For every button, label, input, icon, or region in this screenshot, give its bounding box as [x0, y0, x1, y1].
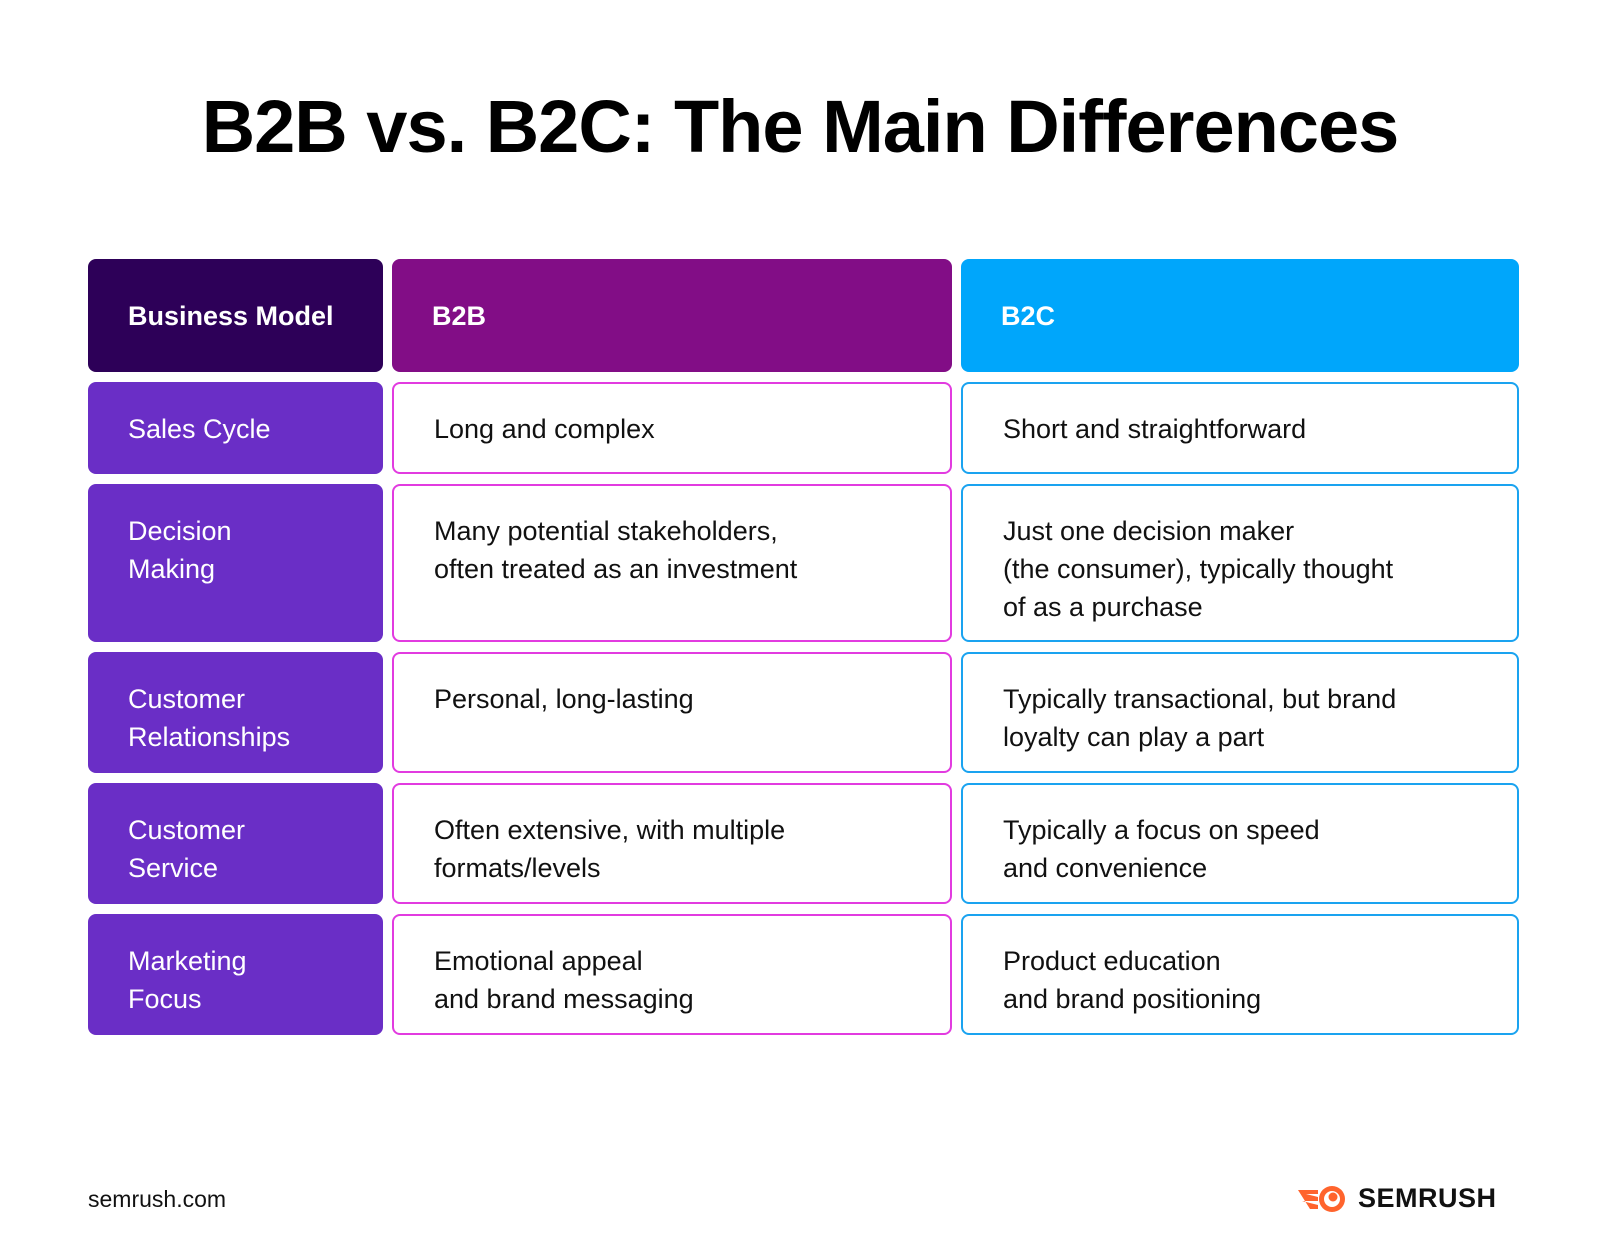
semrush-logo: SEMRUSH	[1296, 1183, 1497, 1214]
table-row: Sales Cycle Long and complex Short and s…	[88, 382, 1519, 474]
row-label: Decision Making	[88, 484, 383, 642]
b2c-cell: Just one decision maker (the consumer), …	[961, 484, 1519, 642]
b2b-cell: Many potential stakeholders, often treat…	[392, 484, 952, 642]
b2c-cell: Product education and brand positioning	[961, 914, 1519, 1035]
table-row: Marketing Focus Emotional appeal and bra…	[88, 914, 1519, 1035]
b2b-cell: Emotional appeal and brand messaging	[392, 914, 952, 1035]
header-b2c: B2C	[961, 259, 1519, 372]
row-label: Marketing Focus	[88, 914, 383, 1035]
table-header-row: Business Model B2B B2C	[88, 259, 1519, 372]
semrush-fireball-icon	[1298, 1185, 1345, 1212]
header-b2b: B2B	[392, 259, 952, 372]
b2c-cell: Typically a focus on speed and convenien…	[961, 783, 1519, 904]
table-row: Customer Relationships Personal, long-la…	[88, 652, 1519, 773]
b2c-cell: Short and straightforward	[961, 382, 1519, 474]
brand-name: SEMRUSH	[1358, 1183, 1497, 1213]
page-title: B2B vs. B2C: The Main Differences	[201, 85, 1400, 168]
b2b-cell: Often extensive, with multiple formats/l…	[392, 783, 952, 904]
table-row: Decision Making Many potential stakehold…	[88, 484, 1519, 642]
row-label: Customer Relationships	[88, 652, 383, 773]
comparison-table: Business Model B2B B2C Sales Cycle Long …	[88, 259, 1519, 1045]
row-label: Customer Service	[88, 783, 383, 904]
b2b-cell: Personal, long-lasting	[392, 652, 952, 773]
row-label: Sales Cycle	[88, 382, 383, 474]
footer-site-url: semrush.com	[88, 1186, 227, 1212]
b2c-cell: Typically transactional, but brand loyal…	[961, 652, 1519, 773]
header-business-model: Business Model	[88, 259, 383, 372]
b2b-cell: Long and complex	[392, 382, 952, 474]
table-row: Customer Service Often extensive, with m…	[88, 783, 1519, 904]
